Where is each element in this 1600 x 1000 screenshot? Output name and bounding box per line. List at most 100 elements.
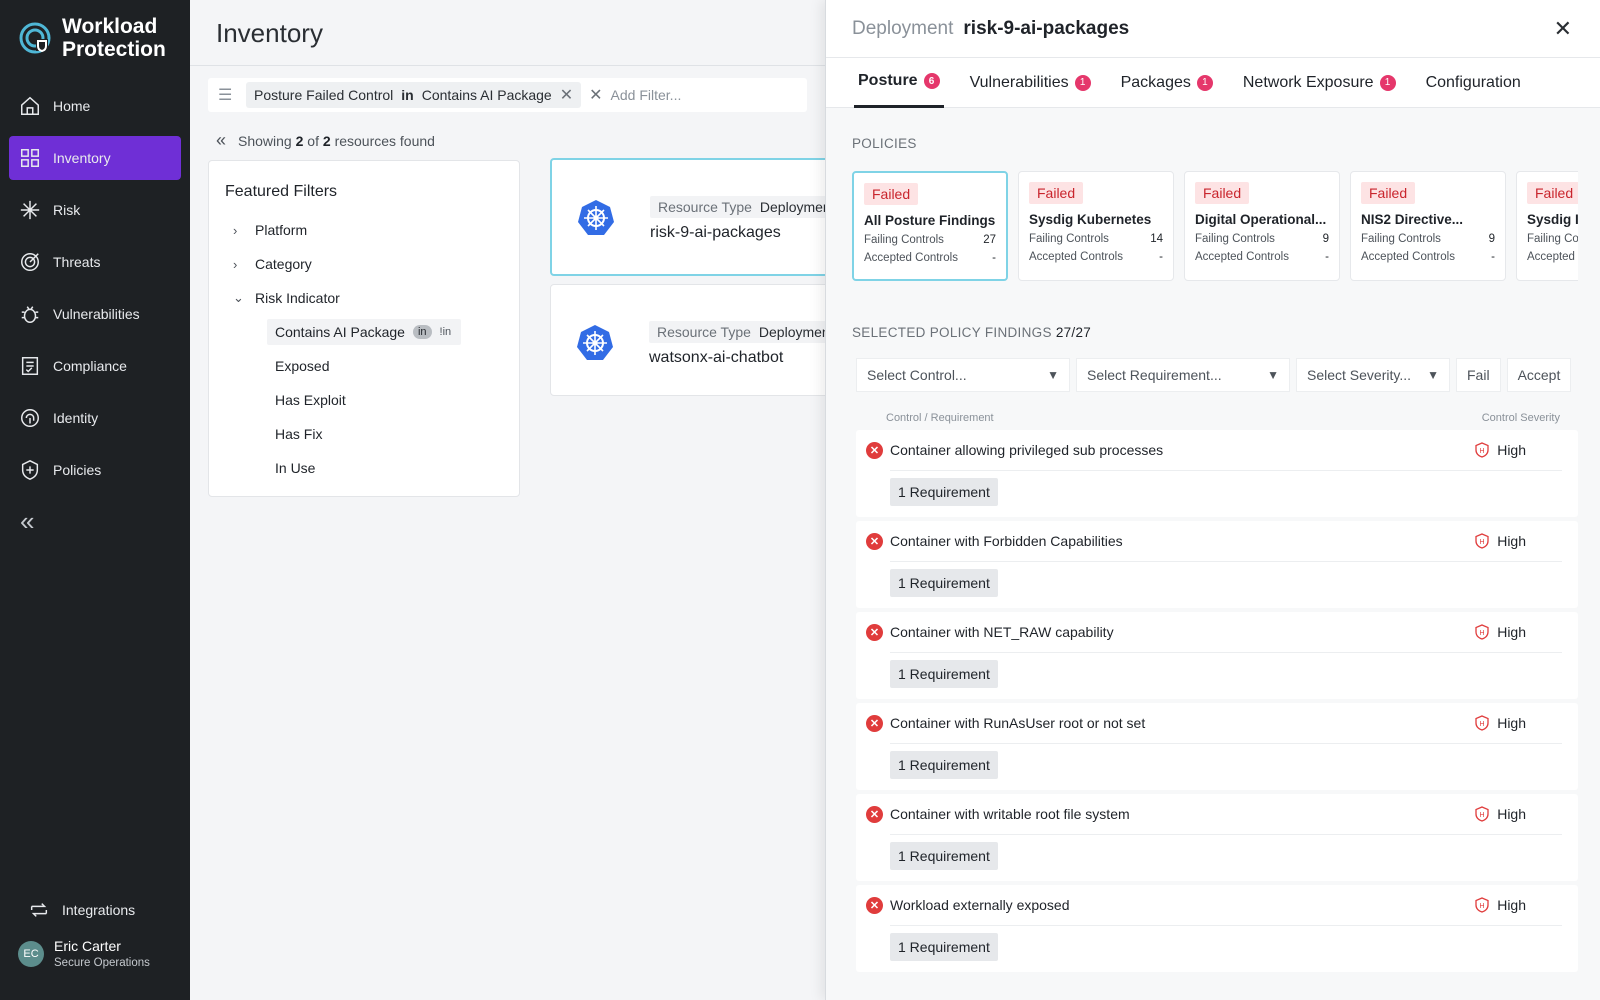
filter-chip[interactable]: Posture Failed Control in Contains AI Pa…: [246, 82, 582, 108]
filter-option-exposed[interactable]: Exposed: [267, 349, 503, 383]
resource-card[interactable]: Resource Type Deployment risk-9-ai-packag…: [550, 158, 843, 276]
severity: H High: [1475, 442, 1526, 458]
svg-text:H: H: [1480, 721, 1485, 728]
nav-label: Identity: [53, 410, 99, 426]
nav-item-risk[interactable]: Risk: [9, 188, 181, 232]
risk-icon: [20, 200, 40, 220]
filter-group-label: Platform: [255, 222, 308, 238]
divider: [890, 652, 1562, 653]
column-header-control: Control / Requirement: [886, 412, 994, 424]
nav-label: Inventory: [53, 150, 111, 166]
not-in-toggle[interactable]: !in: [440, 326, 452, 338]
severity-label: High: [1497, 897, 1526, 913]
fail-button[interactable]: Fail: [1456, 358, 1501, 392]
finding-row[interactable]: ✕ Container allowing privileged sub proc…: [856, 430, 1578, 517]
nav-item-compliance[interactable]: Compliance: [9, 344, 181, 388]
nav-item-integrations[interactable]: Integrations: [18, 888, 172, 932]
filter-option-has-exploit[interactable]: Has Exploit: [267, 383, 503, 417]
panel-resource-name: risk-9-ai-packages: [963, 17, 1130, 39]
failing-controls-row: Failing Controls 14: [1029, 233, 1163, 245]
requirement-count-button[interactable]: 1 Requirement: [890, 660, 998, 688]
high-severity-shield-icon: H: [1475, 624, 1489, 640]
nav-item-identity[interactable]: Identity: [9, 396, 181, 440]
filter-field: Posture Failed Control: [254, 87, 394, 103]
column-header-severity: Control Severity: [1481, 412, 1560, 424]
finding-row[interactable]: ✕ Container with Forbidden Capabilities …: [856, 521, 1578, 608]
finding-row[interactable]: ✕ Container with writable root file syst…: [856, 794, 1578, 881]
remove-chip-icon[interactable]: ✕: [560, 85, 573, 105]
tab-vulnerabilities[interactable]: Vulnerabilities 1: [966, 58, 1095, 108]
select-requirement-dropdown[interactable]: Select Requirement... ▼: [1076, 358, 1290, 392]
svg-text:H: H: [1480, 630, 1485, 637]
filter-option-has-fix[interactable]: Has Fix: [267, 417, 503, 451]
resource-card[interactable]: Resource Type Deployment watsonx-ai-chatb…: [550, 284, 842, 396]
user-role: Secure Operations: [54, 957, 150, 969]
filter-option-in-use[interactable]: In Use: [267, 451, 503, 485]
requirement-count-button[interactable]: 1 Requirement: [890, 933, 998, 961]
filter-bar: ☰ Posture Failed Control in Contains AI …: [208, 78, 807, 112]
policy-card[interactable]: Failed Sysdig IE Failing Cor Accepted (: [1516, 171, 1578, 281]
nav-item-inventory[interactable]: Inventory: [9, 136, 181, 180]
filter-group-label: Category: [255, 256, 312, 272]
tab-configuration[interactable]: Configuration: [1422, 58, 1525, 108]
resource-type-label: Resource Type: [657, 324, 751, 340]
status-badge: Failed: [1195, 182, 1250, 204]
divider: [890, 470, 1562, 471]
select-control-dropdown[interactable]: Select Control... ▼: [856, 358, 1070, 392]
nav-item-policies[interactable]: Policies: [9, 448, 181, 492]
accept-button[interactable]: Accept: [1506, 358, 1572, 392]
brand[interactable]: Workload Protection: [0, 0, 190, 76]
policy-card[interactable]: Failed NIS2 Directive... Failing Control…: [1350, 171, 1506, 281]
user-profile[interactable]: EC Eric Carter Secure Operations: [18, 938, 150, 969]
finding-row[interactable]: ✕ Container with RunAsUser root or not s…: [856, 703, 1578, 790]
requirement-count-button[interactable]: 1 Requirement: [890, 569, 998, 597]
requirement-count-button[interactable]: 1 Requirement: [890, 478, 998, 506]
in-toggle[interactable]: in: [412, 325, 432, 339]
nav-item-threats[interactable]: Threats: [9, 240, 181, 284]
accepted-count: -: [1491, 251, 1495, 263]
filter-group-platform[interactable]: › Platform: [225, 213, 503, 247]
finding-title: Container with NET_RAW capability: [890, 624, 1114, 640]
accepted-controls-row: Accepted Controls -: [1029, 251, 1163, 263]
resource-name[interactable]: watsonx-ai-chatbot: [649, 349, 783, 367]
tab-posture[interactable]: Posture 6: [854, 58, 944, 108]
resource-type-tag: Resource Type Deployment: [649, 321, 842, 343]
requirement-count-button[interactable]: 1 Requirement: [890, 751, 998, 779]
filter-group-risk-indicator[interactable]: ⌄ Risk Indicator: [225, 281, 503, 315]
filter-icon[interactable]: ☰: [218, 85, 238, 105]
findings-column-headers: Control / Requirement Control Severity: [886, 412, 1560, 424]
tab-label: Packages: [1120, 73, 1191, 91]
requirement-count-button[interactable]: 1 Requirement: [890, 842, 998, 870]
finding-row[interactable]: ✕ Workload externally exposed H High 1 R…: [856, 885, 1578, 972]
resource-name[interactable]: risk-9-ai-packages: [650, 224, 781, 242]
nav-item-vulnerabilities[interactable]: Vulnerabilities: [9, 292, 181, 336]
policy-card[interactable]: Failed All Posture Findings Failing Cont…: [852, 171, 1008, 281]
filter-option-contains-ai-package[interactable]: Contains AI Package in !in: [267, 319, 461, 345]
select-severity-dropdown[interactable]: Select Severity... ▼: [1296, 358, 1450, 392]
policy-card[interactable]: Failed Sysdig Kubernetes Failing Control…: [1018, 171, 1174, 281]
filter-group-category[interactable]: › Category: [225, 247, 503, 281]
count-badge: 6: [923, 73, 940, 89]
accepted-controls-row: Accepted Controls -: [864, 252, 996, 264]
add-filter-input[interactable]: Add Filter...: [611, 87, 682, 103]
accepted-label: Accepted Controls: [1361, 251, 1455, 263]
high-severity-shield-icon: H: [1475, 806, 1489, 822]
accepted-controls-row: Accepted Controls -: [1195, 251, 1329, 263]
policy-name: Digital Operational...: [1195, 212, 1327, 227]
tab-label: Vulnerabilities: [969, 73, 1069, 91]
nav-item-home[interactable]: Home: [9, 84, 181, 128]
integrations-icon: [30, 903, 48, 917]
finding-row[interactable]: ✕ Container with NET_RAW capability H Hi…: [856, 612, 1578, 699]
clear-filters-icon[interactable]: ✕: [589, 85, 602, 105]
main-content: Inventory ☰ Posture Failed Control in Co…: [190, 0, 843, 1000]
tab-packages[interactable]: Packages 1: [1117, 58, 1217, 108]
resource-detail-panel: Deployment risk-9-ai-packages ✕ Posture …: [825, 0, 1600, 1000]
policy-card[interactable]: Failed Digital Operational... Failing Co…: [1184, 171, 1340, 281]
collapse-sidebar-icon[interactable]: «: [20, 506, 44, 536]
accepted-label: Accepted Controls: [864, 252, 958, 264]
tab-network-exposure[interactable]: Network Exposure 1: [1239, 58, 1400, 108]
findings-filters: Select Control... ▼ Select Requirement..…: [856, 358, 1600, 392]
collapse-filters-icon[interactable]: «: [216, 130, 226, 151]
kubernetes-icon: [577, 325, 613, 360]
close-icon[interactable]: ✕: [1554, 16, 1572, 42]
